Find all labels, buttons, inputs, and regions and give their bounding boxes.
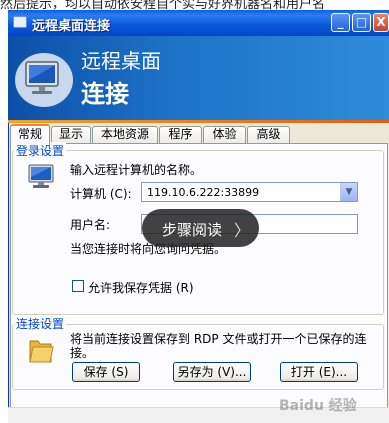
save-button[interactable]: 保存 (S) [72, 362, 140, 382]
monitor-icon [15, 53, 73, 107]
banner-accent-rule [8, 120, 389, 123]
connection-settings-label: 连接设置 [14, 315, 67, 332]
username-label: 用户名: [70, 218, 111, 232]
save-credentials-label[interactable]: 允许我保存凭据 (R) [88, 279, 194, 296]
step-reading-overlay[interactable]: 步骤阅读 〉 [142, 209, 259, 247]
save-credentials-checkbox[interactable] [72, 280, 84, 292]
banner-title-line2: 连接 [81, 80, 129, 108]
chevron-down-icon[interactable]: ▼ [340, 183, 357, 201]
tab-local-resources[interactable]: 本地资源 [92, 126, 158, 143]
background-page-text: 然后提示，均以自动依安程自个实与好界机器名和用户名 [0, 0, 326, 10]
folder-icon [29, 340, 54, 363]
close-button[interactable]: X [373, 13, 389, 32]
window-title: 远程桌面连接 [32, 19, 111, 34]
tab-general[interactable]: 常规 [10, 124, 50, 145]
open-button[interactable]: 打开 (E)... [280, 362, 358, 382]
tab-programs[interactable]: 程序 [159, 126, 202, 143]
computer-label: 计算机 (C): [70, 187, 132, 201]
background-page-text-strip: 然后提示，均以自动依安程自个实与好界机器名和用户名 [0, 0, 389, 10]
computer-value: 119.10.6.222:33899 [147, 186, 260, 199]
maximize-button[interactable]: □ [352, 13, 371, 32]
tab-experience[interactable]: 体验 [203, 126, 246, 143]
chevron-right-icon: 〉 [234, 221, 251, 240]
tab-display[interactable]: 显示 [51, 126, 91, 143]
connection-description: 将当前连接设置保存到 RDP 文件或打开一个已保存的连接。 [70, 332, 367, 360]
computer-icon [28, 164, 54, 188]
save-as-button[interactable]: 另存为 (V)... [173, 362, 251, 382]
minimize-button[interactable]: _ [331, 13, 350, 32]
login-instruction: 输入远程计算机的名称。 [70, 163, 203, 177]
step-reading-label: 步骤阅读 [162, 221, 223, 239]
watermark-logo: Baidu 经验 [279, 398, 357, 414]
tab-advanced[interactable]: 高级 [247, 126, 290, 143]
remote-desktop-icon [13, 16, 27, 28]
title-bar[interactable]: 远程桌面连接 _ □ X [8, 10, 389, 36]
tab-bar: 常规 显示 本地资源 程序 体验 高级 [8, 124, 389, 145]
computer-combobox[interactable]: 119.10.6.222:33899 ▼ [141, 182, 358, 202]
banner-title-line1: 远程桌面 [81, 49, 161, 73]
header-banner: 远程桌面 连接 [8, 36, 389, 120]
